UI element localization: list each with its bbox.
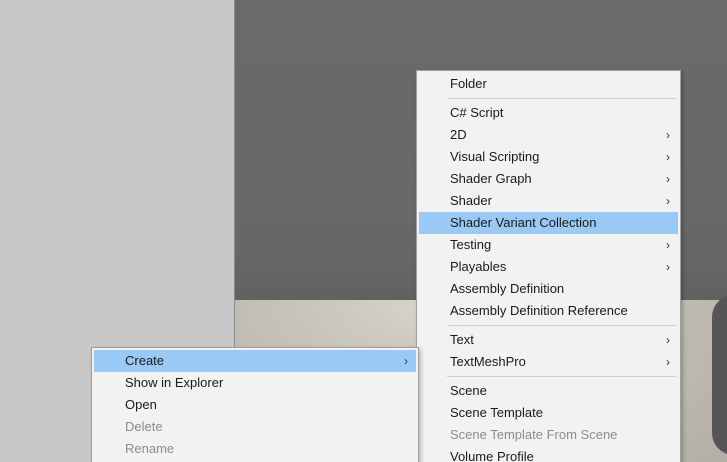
- menu-item-delete: Delete: [94, 416, 416, 438]
- menu-item-scene[interactable]: Scene: [419, 380, 678, 402]
- menu-item-label: Shader Variant Collection: [450, 215, 597, 230]
- menu-item-visual-scripting[interactable]: Visual Scripting ›: [419, 146, 678, 168]
- menu-item-label: C# Script: [450, 105, 504, 120]
- chevron-right-icon: ›: [666, 194, 670, 208]
- menu-item-label: 2D: [450, 127, 467, 142]
- menu-item-label: Open: [125, 397, 157, 412]
- menu-item-shader[interactable]: Shader ›: [419, 190, 678, 212]
- menu-item-label: Delete: [125, 419, 163, 434]
- menu-separator: [447, 376, 676, 377]
- menu-item-label: Show in Explorer: [125, 375, 224, 390]
- menu-item-text[interactable]: Text ›: [419, 329, 678, 351]
- menu-item-label: TextMeshPro: [450, 354, 526, 369]
- menu-item-playables[interactable]: Playables ›: [419, 256, 678, 278]
- menu-item-2d[interactable]: 2D ›: [419, 124, 678, 146]
- menu-item-assembly-definition[interactable]: Assembly Definition: [419, 278, 678, 300]
- menu-item-label: Shader: [450, 193, 492, 208]
- chevron-right-icon: ›: [666, 238, 670, 252]
- menu-item-label: Shader Graph: [450, 171, 532, 186]
- menu-item-assembly-definition-reference[interactable]: Assembly Definition Reference: [419, 300, 678, 322]
- menu-item-volume-profile[interactable]: Volume Profile: [419, 446, 678, 462]
- menu-item-folder[interactable]: Folder: [419, 73, 678, 95]
- menu-item-label: Folder: [450, 76, 487, 91]
- chevron-right-icon: ›: [666, 128, 670, 142]
- menu-item-label: Text: [450, 332, 474, 347]
- menu-item-textmeshpro[interactable]: TextMeshPro ›: [419, 351, 678, 373]
- chevron-right-icon: ›: [666, 150, 670, 164]
- menu-item-label: Scene Template From Scene: [450, 427, 618, 442]
- menu-item-scene-template[interactable]: Scene Template: [419, 402, 678, 424]
- project-context-menu: Create › Show in Explorer Open Delete Re…: [91, 347, 419, 462]
- menu-item-testing[interactable]: Testing ›: [419, 234, 678, 256]
- menu-item-show-in-explorer[interactable]: Show in Explorer: [94, 372, 416, 394]
- menu-item-label: Testing: [450, 237, 492, 252]
- create-submenu: Folder C# Script 2D › Visual Scripting ›…: [416, 70, 681, 462]
- menu-item-label: Visual Scripting: [450, 149, 540, 164]
- menu-item-label: Rename: [125, 441, 175, 456]
- chevron-right-icon: ›: [666, 172, 670, 186]
- menu-item-csharp-script[interactable]: C# Script: [419, 102, 678, 124]
- menu-item-shader-variant-collection[interactable]: Shader Variant Collection: [419, 212, 678, 234]
- menu-separator: [447, 325, 676, 326]
- chevron-right-icon: ›: [666, 260, 670, 274]
- menu-item-shader-graph[interactable]: Shader Graph ›: [419, 168, 678, 190]
- chevron-right-icon: ›: [666, 355, 670, 369]
- menu-item-label: Assembly Definition Reference: [450, 303, 628, 318]
- menu-item-label: Playables: [450, 259, 507, 274]
- menu-item-label: Assembly Definition: [450, 281, 565, 296]
- menu-item-label: Scene Template: [450, 405, 543, 420]
- chevron-right-icon: ›: [666, 333, 670, 347]
- menu-item-open[interactable]: Open: [94, 394, 416, 416]
- scene-object: [712, 295, 727, 455]
- menu-item-rename: Rename: [94, 438, 416, 460]
- menu-item-scene-template-from-scene: Scene Template From Scene: [419, 424, 678, 446]
- menu-item-create[interactable]: Create ›: [94, 350, 416, 372]
- menu-item-label: Volume Profile: [450, 449, 534, 462]
- chevron-right-icon: ›: [404, 354, 408, 368]
- menu-item-label: Scene: [450, 383, 487, 398]
- menu-separator: [447, 98, 676, 99]
- menu-item-label: Create: [125, 353, 165, 368]
